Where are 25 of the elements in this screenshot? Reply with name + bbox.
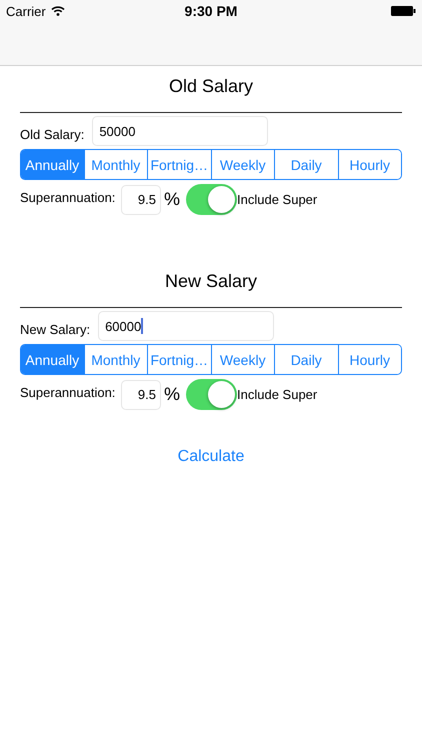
percent-label: % xyxy=(164,189,180,210)
field-label: New Salary: xyxy=(20,320,90,336)
include-super-toggle[interactable] xyxy=(186,379,238,410)
superannuation-label: Superannuation: xyxy=(20,384,116,400)
superannuation-label: Superannuation: xyxy=(20,189,116,205)
battery-icon xyxy=(391,6,416,16)
period-segment[interactable]: Annually xyxy=(21,345,84,374)
status-time: 9:30 PM xyxy=(184,3,238,19)
section-title: Old Salary xyxy=(168,75,254,98)
salary-input-field[interactable]: 60000 xyxy=(98,311,274,341)
calculate-button[interactable]: Calculate xyxy=(172,444,250,470)
field-label: Old Salary: xyxy=(20,126,84,142)
include-super-label: Include Super xyxy=(237,387,318,402)
salary-input-field[interactable]: 50000 xyxy=(92,116,268,146)
wifi-icon xyxy=(50,6,65,16)
section-title: New Salary xyxy=(164,270,258,293)
percent-label: % xyxy=(164,384,180,405)
period-segment[interactable]: Annually xyxy=(21,150,84,179)
superannuation-input-field[interactable]: 9.5 xyxy=(121,184,161,214)
carrier-label: Carrier xyxy=(6,4,46,18)
period-segment[interactable]: Hourly xyxy=(338,345,401,374)
superannuation-input-field[interactable]: 9.5 xyxy=(121,380,161,410)
include-super-label: Include Super xyxy=(237,192,318,207)
period-segment[interactable]: Hourly xyxy=(338,150,401,179)
include-super-toggle[interactable] xyxy=(186,184,238,215)
